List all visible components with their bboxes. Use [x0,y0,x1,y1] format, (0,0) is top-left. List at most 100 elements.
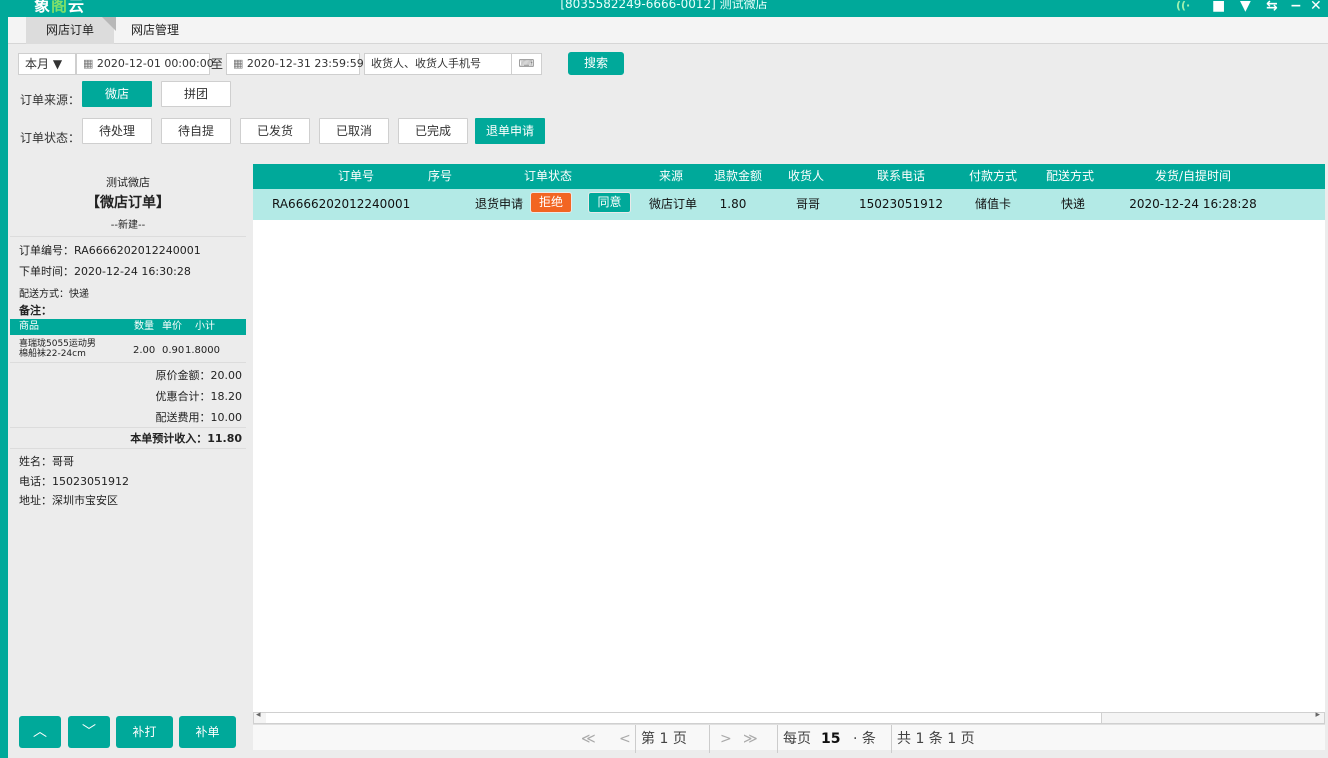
receipt-title: 【微店订单】 [86,195,170,211]
left-accent-strip [0,17,8,758]
receipt-item-subtotal: 1.8000 [185,345,220,356]
agree-button[interactable]: 同意 [588,192,631,213]
source-weidian-button[interactable]: 微店 [82,81,152,107]
end-date-value: 2020-12-31 23:59:59 [246,57,364,70]
first-page-button[interactable]: ≪ [581,725,596,753]
receipt-order-time: 下单时间：2020-12-24 16:30:28 [19,265,191,278]
status-refund-request-button[interactable]: 退单申请 [475,118,545,144]
keyboard-icon[interactable]: ⌨ [512,53,542,75]
cell-receiver: 哥哥 [795,197,820,211]
cell-order-no: RA6666202012240001 [272,197,411,211]
source-group-buy-button[interactable]: 拼团 [161,81,231,107]
cell-payment: 储值卡 [974,197,1011,211]
tab-label: 网店订单 [45,23,94,37]
receipt-delivery: 配送方式：快递 [19,289,89,300]
reject-button[interactable]: 拒绝 [530,192,572,213]
period-select[interactable]: 本月 ▼ [18,53,76,75]
cell-status: 退货申请 [474,197,523,211]
receipt-income: 本单预计收入：11.80 [130,432,242,445]
tab-shop-manage[interactable]: 网店管理 [120,17,190,44]
col-status: 订单状态 [523,169,572,183]
message-icon[interactable]: ■ [1212,0,1225,14]
total-records: 共 1 条 1 页 [891,725,975,753]
status-shipped-button[interactable]: 已发货 [240,118,310,144]
item-col-subtotal: 小计 [195,321,215,332]
table-header: 订单号 序号 订单状态 来源 退款金额 收货人 联系电话 付款方式 配送方式 发… [253,164,1325,189]
search-placeholder: 收货人、收货人手机号 [371,57,481,70]
wifi-icon[interactable]: ((· [1176,0,1190,14]
end-date-field[interactable]: ▦ 2020-12-31 23:59:59 [226,53,364,75]
col-payment: 付款方式 [968,169,1017,183]
orders-table: 订单号 序号 订单状态 来源 退款金额 收货人 联系电话 付款方式 配送方式 发… [253,164,1325,712]
scroll-right-icon[interactable]: ▸ [1315,710,1320,720]
start-date-value: 2020-12-01 00:00:00 [96,57,214,70]
prev-page-button[interactable]: < [619,725,631,753]
receipt-discount: 优惠合计：18.20 [155,390,243,403]
col-phone: 联系电话 [876,169,925,183]
col-source: 来源 [658,169,683,183]
horizontal-scrollbar[interactable]: ◂ ▸ [253,710,1325,724]
cell-source: 微店订单 [648,197,697,211]
col-order-no: 订单号 [337,169,374,183]
minimize-icon[interactable]: − [1290,0,1302,14]
order-status-label: 订单状态： [20,131,81,145]
col-ship-time: 发货/自提时间 [1154,169,1232,183]
receipt-customer-name: 姓名：哥哥 [19,455,74,468]
scroll-left-icon[interactable]: ◂ [256,710,261,720]
scrollbar-thumb[interactable] [266,713,1102,723]
window-title: [8035582249-6666-0012] 测试微店 [560,0,768,11]
tab-label: 网店管理 [130,23,179,37]
supplement-order-button[interactable]: 补单 [179,716,236,748]
start-date-field[interactable]: ▦ 2020-12-01 00:00:00 [76,53,214,75]
per-page-label: 每页 [777,725,811,753]
swap-icon[interactable]: ⇆ [1266,0,1278,14]
tab-shop-orders[interactable]: 网店订单 [26,17,116,44]
divider [10,236,246,237]
receipt-panel: 测试微店 【微店订单】 --新建-- 订单编号：RA66662020122400… [10,164,246,712]
item-col-name: 商品 [19,321,39,332]
reprint-button[interactable]: 补打 [116,716,173,748]
divider [10,427,246,428]
per-page-select[interactable]: 15 [821,725,840,753]
order-source-label: 订单来源： [20,93,81,107]
receipt-state: --新建-- [110,220,146,231]
receipt-remark: 备注： [19,304,52,317]
col-receiver: 收货人 [787,169,824,183]
item-col-qty: 数量 [134,321,154,332]
item-col-price: 单价 [162,321,182,332]
receipt-order-no: 订单编号：RA6666202012240001 [19,244,201,257]
receipt-customer-phone: 电话：15023051912 [19,475,129,488]
status-pickup-button[interactable]: 待自提 [161,118,231,144]
close-icon[interactable]: ✕ [1310,0,1322,14]
cell-delivery: 快递 [1060,197,1085,211]
date-range-separator: 至 [211,57,224,71]
last-page-button[interactable]: ≫ [743,725,758,753]
per-page-unit: · 条 [853,731,876,747]
receipt-item-qty: 2.00 [133,345,156,356]
pager: ≪ < 第 1 页 > ≫ 每页 15 · 条 共 1 条 1 页 [253,724,1325,753]
page-indicator: 第 1 页 [635,725,687,753]
table-row[interactable]: RA6666202012240001 退货申请 拒绝 同意 微店订单 1.80 … [253,189,1325,220]
divider [10,362,246,363]
calendar-icon: ▦ [83,57,97,70]
cell-ship-time: 2020-12-24 16:28:28 [1129,197,1257,211]
receipt-shop-name: 测试微店 [106,176,150,189]
receipt-delivery-fee: 配送费用：10.00 [155,411,243,424]
next-page-button[interactable]: > [709,725,732,753]
scroll-down-button[interactable]: ﹀ [68,716,110,748]
shirt-icon[interactable]: ▼ [1240,0,1251,14]
title-bar: 象阁云 [8035582249-6666-0012] 测试微店 ((· ■ ▼ … [0,0,1328,17]
search-input[interactable]: 收货人、收货人手机号 [364,53,512,75]
receipt-customer-address: 地址：深圳市宝安区 [19,494,118,507]
col-seq: 序号 [427,169,452,183]
tab-bar: 网店订单 网店管理 [8,17,1328,44]
page-number-input[interactable]: 1 [659,731,668,747]
divider [10,448,246,449]
receipt-original-amount: 原价金额：20.00 [155,369,243,382]
scroll-up-button[interactable]: ︿ [19,716,61,748]
status-cancelled-button[interactable]: 已取消 [319,118,389,144]
status-pending-button[interactable]: 待处理 [82,118,152,144]
status-completed-button[interactable]: 已完成 [398,118,468,144]
search-button[interactable]: 搜索 [568,52,624,75]
cell-phone: 15023051912 [859,197,943,211]
